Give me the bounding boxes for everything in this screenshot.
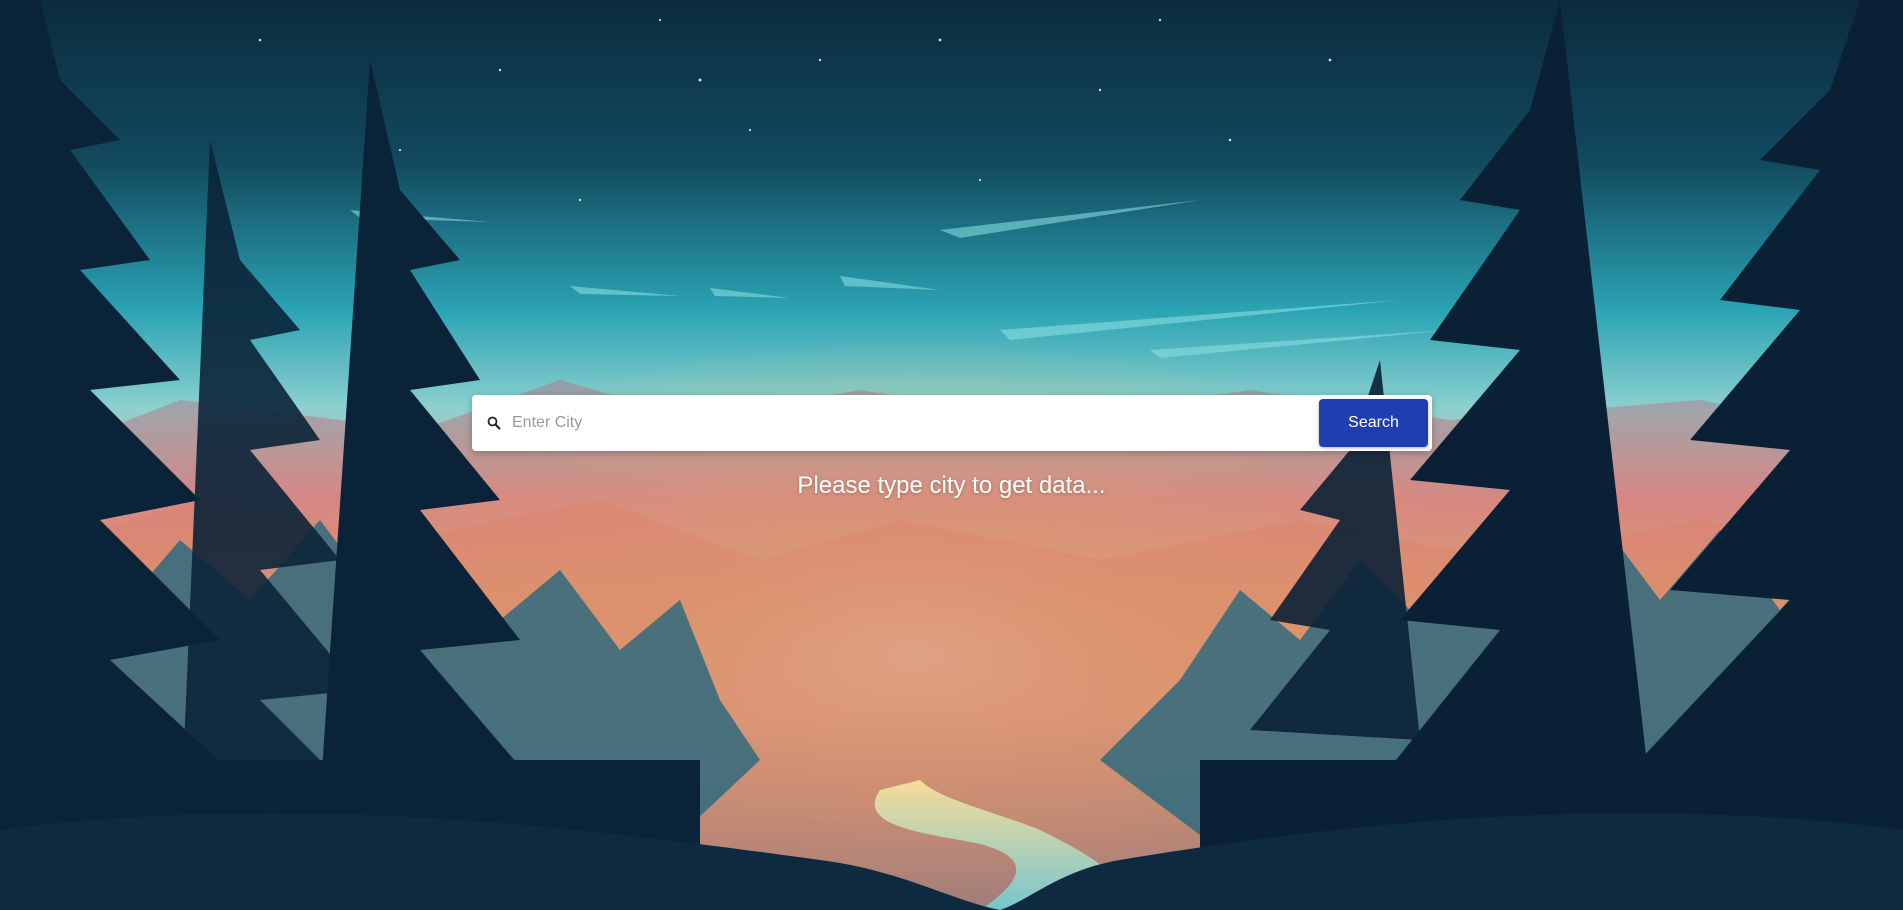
city-search-input[interactable]: [508, 403, 1319, 443]
search-icon: [480, 395, 508, 451]
app-root: Search Please type city to get data...: [0, 0, 1903, 910]
status-message: Please type city to get data...: [797, 472, 1106, 499]
forest-background-image: [0, 0, 1903, 910]
search-button[interactable]: Search: [1319, 399, 1428, 447]
search-bar: Search: [472, 395, 1432, 451]
